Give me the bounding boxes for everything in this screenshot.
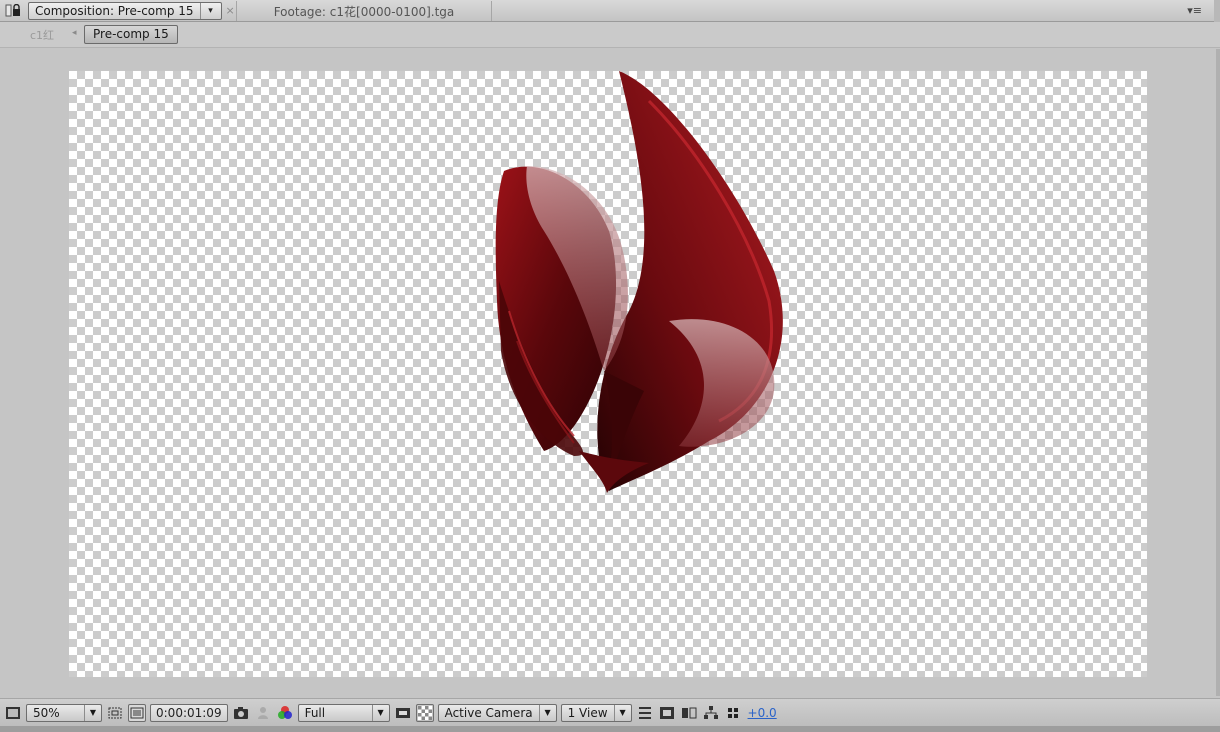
flowchart-icon[interactable] bbox=[702, 704, 720, 722]
tab-composition[interactable]: Composition: Pre-comp 15 ▾ × bbox=[28, 1, 235, 21]
transparency-grid-icon[interactable] bbox=[128, 703, 146, 722]
panel-menu-icon[interactable]: ▾≡ bbox=[1187, 4, 1202, 17]
open-timeline-icon[interactable] bbox=[680, 704, 698, 722]
chevron-down-icon: ▼ bbox=[619, 707, 626, 717]
tab-composition-box[interactable]: Composition: Pre-comp 15 ▾ bbox=[28, 2, 222, 20]
exposure-value[interactable]: +0.0 bbox=[748, 706, 777, 720]
chevron-down-icon: ▼ bbox=[544, 707, 551, 717]
scrollbar[interactable] bbox=[1216, 49, 1220, 696]
view-dropdown[interactable]: Active Camera ▼ bbox=[437, 703, 557, 722]
always-preview-icon[interactable] bbox=[4, 704, 22, 722]
tab-composition-label: Composition: Pre-comp 15 bbox=[29, 3, 201, 19]
composition-canvas[interactable] bbox=[69, 71, 1147, 677]
breadcrumb-parent[interactable]: c1红 bbox=[30, 27, 54, 43]
breadcrumb: c1红 ◂ Pre-comp 15 bbox=[0, 22, 1220, 48]
scrollbar[interactable] bbox=[1214, 0, 1220, 22]
chevron-down-icon: ▼ bbox=[377, 707, 384, 717]
chevron-down-icon[interactable]: ▾ bbox=[201, 3, 221, 19]
tab-footage[interactable]: Footage: c1花[0000-0100].tga bbox=[236, 1, 492, 21]
resolution-dropdown[interactable]: Full ▼ bbox=[297, 703, 390, 722]
close-icon[interactable]: × bbox=[226, 2, 235, 20]
region-of-interest-icon[interactable] bbox=[106, 704, 124, 722]
magnification-value: 50% bbox=[27, 704, 85, 721]
timeline-icon[interactable] bbox=[636, 704, 654, 722]
timecode-field[interactable]: 0:00:01:09 bbox=[150, 703, 228, 722]
magnification-dropdown[interactable]: 50% ▼ bbox=[26, 703, 102, 722]
fast-previews-icon[interactable] bbox=[394, 704, 412, 722]
tab-footage-label: Footage: c1花[0000-0100].tga bbox=[273, 4, 455, 19]
toggle-transparency-grid-icon[interactable] bbox=[415, 703, 434, 722]
lock-icon[interactable] bbox=[5, 3, 21, 18]
channel-icon[interactable] bbox=[276, 704, 294, 722]
view-layout-value: 1 View bbox=[562, 704, 615, 721]
show-snapshot-icon[interactable] bbox=[254, 704, 272, 722]
panel-bottom-edge bbox=[0, 726, 1220, 732]
snapshot-icon[interactable] bbox=[232, 704, 250, 722]
flower-render-image bbox=[495, 71, 783, 493]
view-value: Active Camera bbox=[439, 704, 540, 721]
viewer-toolbar: 50% ▼ 0:00:01:09 Full ▼ Active Camera ▼ bbox=[0, 698, 1220, 726]
breadcrumb-separator-icon: ◂ bbox=[72, 28, 77, 38]
breadcrumb-current[interactable]: Pre-comp 15 bbox=[84, 25, 178, 44]
reset-exposure-icon[interactable] bbox=[724, 704, 742, 722]
panel-tab-bar: Composition: Pre-comp 15 ▾ × Footage: c1… bbox=[0, 0, 1220, 22]
resolution-value: Full bbox=[299, 704, 373, 721]
comp-flowchart-icon[interactable] bbox=[658, 704, 676, 722]
view-layout-dropdown[interactable]: 1 View ▼ bbox=[560, 703, 632, 722]
composition-viewer[interactable] bbox=[0, 49, 1220, 696]
chevron-down-icon: ▼ bbox=[89, 707, 97, 717]
